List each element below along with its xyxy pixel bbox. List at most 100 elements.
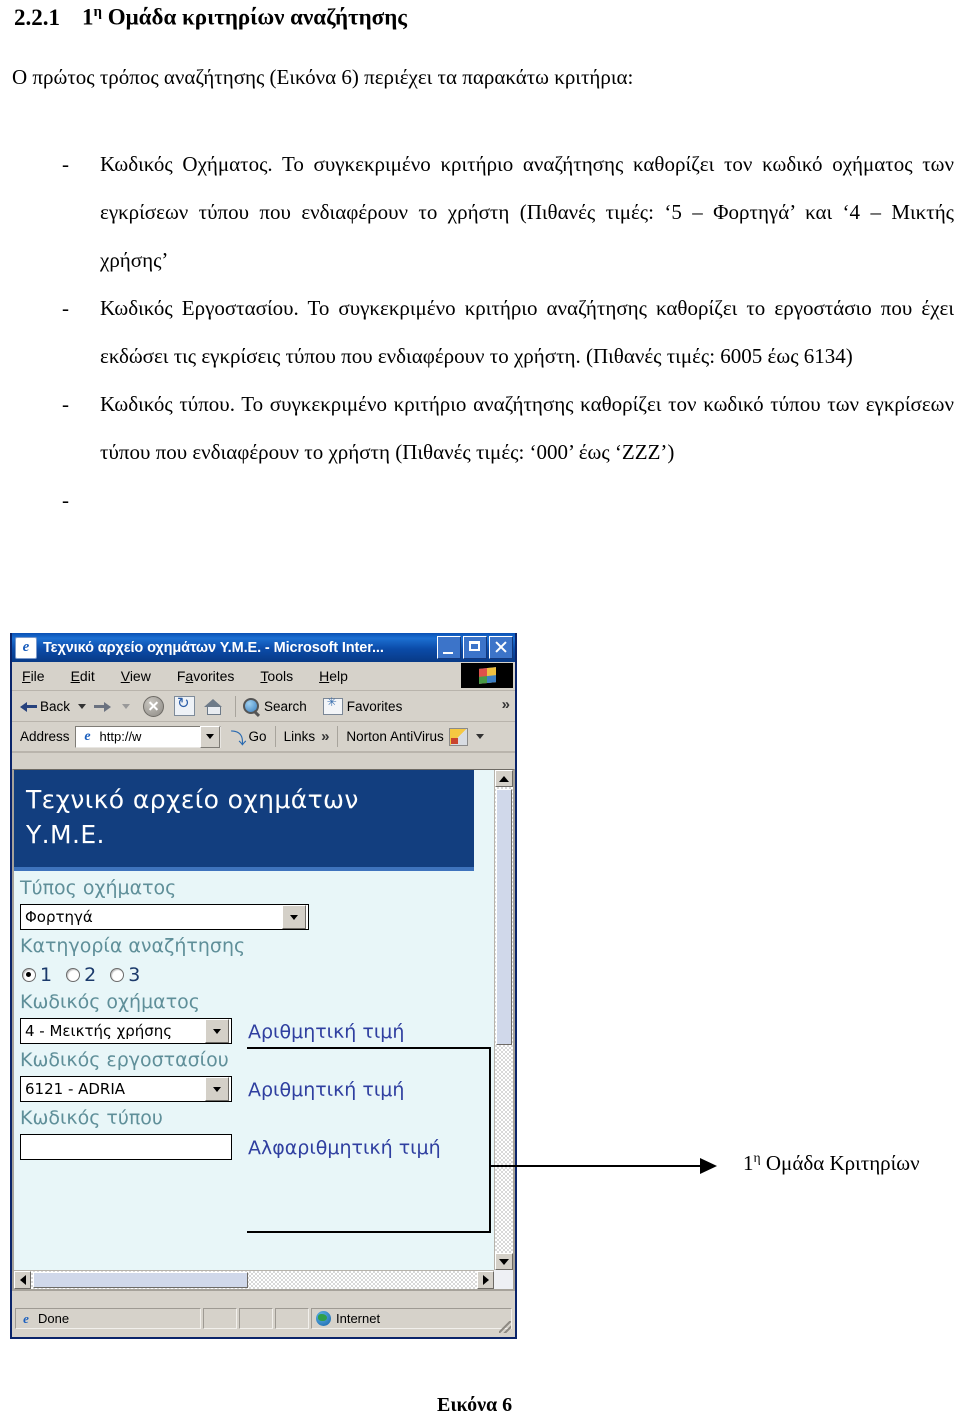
annotation-label: 1η Ομάδα Κριτηρίων bbox=[743, 1150, 920, 1176]
back-history-chevron-down-icon[interactable] bbox=[78, 703, 87, 709]
home-icon[interactable] bbox=[204, 697, 223, 715]
scrollbar-corner bbox=[494, 1270, 513, 1289]
radio-option-1[interactable]: 1 bbox=[22, 964, 52, 986]
menu-item-favorites[interactable]: Favorites bbox=[177, 668, 235, 684]
radio-icon[interactable] bbox=[22, 968, 36, 982]
forward-button[interactable] bbox=[94, 701, 114, 712]
input-type-code[interactable] bbox=[20, 1134, 232, 1160]
window-controls bbox=[437, 636, 513, 659]
address-chevron-down-icon[interactable] bbox=[199, 725, 220, 748]
select-factory-code[interactable]: 6121 - ADRIA bbox=[20, 1076, 232, 1102]
search-label: Search bbox=[264, 698, 307, 714]
minimize-button[interactable] bbox=[437, 636, 461, 659]
norton-antivirus-button[interactable]: Norton AntiVirus bbox=[346, 727, 468, 746]
list-bullet-dash: - bbox=[62, 296, 69, 320]
menu-item-view[interactable]: View bbox=[121, 668, 151, 684]
scroll-down-button[interactable] bbox=[495, 1253, 513, 1270]
resize-grip-icon[interactable] bbox=[499, 1321, 511, 1333]
address-bar: Address e http://w ⤵ Go Links » Norton A… bbox=[12, 722, 515, 753]
horizontal-scrollbar[interactable] bbox=[14, 1270, 494, 1289]
address-label: Address bbox=[20, 729, 70, 744]
hint-type-code: Αλφαριθμητική τιμή bbox=[248, 1136, 441, 1159]
address-input[interactable]: e http://w bbox=[74, 725, 221, 748]
toolbar-overflow-chevron-icon[interactable]: » bbox=[502, 696, 510, 713]
list-item: - Κωδικός Εργοστασίου. Το συγκεκριμένο κ… bbox=[0, 284, 960, 380]
label-search-category: Κατηγορία αναζήτησης bbox=[20, 935, 246, 957]
status-panel bbox=[203, 1308, 237, 1329]
menu-item-help[interactable]: Help bbox=[319, 668, 348, 684]
menu-item-tools[interactable]: Tools bbox=[260, 668, 293, 684]
list-item-text: Κωδικός τύπου. Το συγκεκριμένο κριτήριο … bbox=[100, 392, 954, 464]
links-overflow-chevron-icon[interactable]: » bbox=[321, 728, 329, 745]
label-factory-code: Κωδικός εργοστασίου bbox=[20, 1049, 229, 1071]
hint-factory-code: Αριθμητική τιμή bbox=[248, 1078, 405, 1101]
select-vehicle-type[interactable]: Φορτηγά bbox=[20, 904, 309, 930]
status-text: Done bbox=[38, 1311, 70, 1326]
scrollbar-thumb[interactable] bbox=[496, 789, 512, 1045]
stop-icon[interactable] bbox=[143, 695, 165, 717]
addressbar-separator bbox=[337, 726, 339, 747]
hint-vehicle-code: Αριθμητική τιμή bbox=[248, 1020, 405, 1043]
list-bullet-dash: - bbox=[62, 152, 69, 176]
list-item-text: Κωδικός Οχήματος. Το συγκεκριμένο κριτήρ… bbox=[100, 152, 954, 272]
select-vehicle-code[interactable]: 4 - Μεικτής χρήσης bbox=[20, 1018, 232, 1044]
heading-number: 2.2.1 bbox=[14, 4, 60, 30]
scrollbar-thumb[interactable] bbox=[33, 1272, 248, 1288]
radio-icon[interactable] bbox=[66, 968, 81, 982]
radio-option-3[interactable]: 3 bbox=[110, 964, 140, 986]
heading-text-pre: 1 bbox=[82, 4, 94, 30]
intro-paragraph: Ο πρώτος τρόπος αναζήτησης (Εικόνα 6) πε… bbox=[12, 65, 634, 89]
address-value: http://w bbox=[99, 729, 142, 744]
page-viewport: Τεχνικό αρχείο οχημάτων Υ.Μ.Ε. Τύπος οχή… bbox=[12, 769, 515, 1291]
heading-text-post: Ομάδα κριτηρίων αναζήτησης bbox=[101, 4, 407, 30]
links-button[interactable]: Links bbox=[284, 729, 316, 744]
row-type-code: Αλφαριθμητική τιμή bbox=[20, 1133, 494, 1162]
chevron-down-icon[interactable] bbox=[205, 1077, 229, 1101]
menu-item-file[interactable]: File bbox=[22, 668, 45, 684]
addressbar-separator bbox=[274, 726, 276, 747]
vertical-scrollbar[interactable] bbox=[494, 770, 513, 1270]
go-button[interactable]: ⤵ Go bbox=[231, 725, 267, 749]
search-form: Τύπος οχήματος Φορτηγά Κατηγορία αναζήτη… bbox=[14, 871, 494, 1162]
browser-window: e Τεχνικό αρχείο οχημάτων Υ.Μ.Ε. - Micro… bbox=[10, 633, 517, 1339]
site-banner-title: Τεχνικό αρχείο οχημάτων Υ.Μ.Ε. bbox=[26, 785, 359, 849]
arrow-right-icon bbox=[94, 701, 112, 712]
toolbar-separator bbox=[235, 695, 237, 717]
scroll-right-button[interactable] bbox=[477, 1271, 494, 1289]
annotation-arrow-line bbox=[489, 1165, 709, 1167]
radio-group-search-category: 1 2 3 bbox=[20, 961, 494, 988]
row-vehicle-code: 4 - Μεικτής χρήσης Αριθμητική τιμή bbox=[20, 1017, 494, 1046]
status-panel bbox=[239, 1308, 273, 1329]
chevron-down-icon[interactable] bbox=[205, 1019, 229, 1043]
list-item-text: Κωδικός Εργοστασίου. Το συγκεκριμένο κρι… bbox=[100, 296, 954, 368]
internet-explorer-icon: e bbox=[23, 1310, 29, 1326]
close-icon[interactable] bbox=[489, 636, 513, 659]
forward-history-chevron-down-icon[interactable] bbox=[122, 703, 131, 709]
radio-icon[interactable] bbox=[110, 968, 125, 982]
row-factory-code: 6121 - ADRIA Αριθμητική τιμή bbox=[20, 1075, 494, 1104]
annotation-label-post: Ομάδα Κριτηρίων bbox=[760, 1151, 920, 1175]
scroll-left-button[interactable] bbox=[14, 1271, 31, 1289]
radio-label-3: 3 bbox=[128, 964, 141, 986]
favorites-button[interactable]: Favorites bbox=[322, 695, 402, 715]
page-title: 2.2.1 1η Ομάδα κριτηρίων αναζήτησης bbox=[14, 4, 407, 31]
annotation-arrowhead-icon bbox=[700, 1158, 717, 1174]
window-title: Τεχνικό αρχείο οχημάτων Υ.Μ.Ε. - Microso… bbox=[43, 639, 384, 656]
menu-item-edit[interactable]: Edit bbox=[71, 668, 95, 684]
site-banner: Τεχνικό αρχείο οχημάτων Υ.Μ.Ε. bbox=[14, 770, 474, 871]
select-vehicle-code-value: 4 - Μεικτής χρήσης bbox=[25, 1022, 173, 1040]
maximize-button[interactable] bbox=[463, 636, 487, 659]
search-button[interactable]: Search bbox=[243, 697, 307, 715]
navigation-toolbar: Back Search Favorites » bbox=[12, 691, 515, 722]
refresh-icon[interactable] bbox=[174, 694, 196, 716]
select-vehicle-type-value: Φορτηγά bbox=[25, 908, 93, 926]
norton-chevron-down-icon[interactable] bbox=[475, 734, 484, 739]
back-button[interactable]: Back bbox=[20, 699, 70, 714]
list-bullet-dash: - bbox=[62, 392, 69, 416]
scroll-up-button[interactable] bbox=[495, 770, 513, 787]
window-titlebar[interactable]: e Τεχνικό αρχείο οχημάτων Υ.Μ.Ε. - Micro… bbox=[12, 633, 515, 662]
radio-option-2[interactable]: 2 bbox=[66, 964, 96, 986]
norton-label: Norton AntiVirus bbox=[346, 729, 444, 744]
chevron-down-icon[interactable] bbox=[282, 905, 306, 929]
triangle-left-icon bbox=[19, 1275, 26, 1285]
